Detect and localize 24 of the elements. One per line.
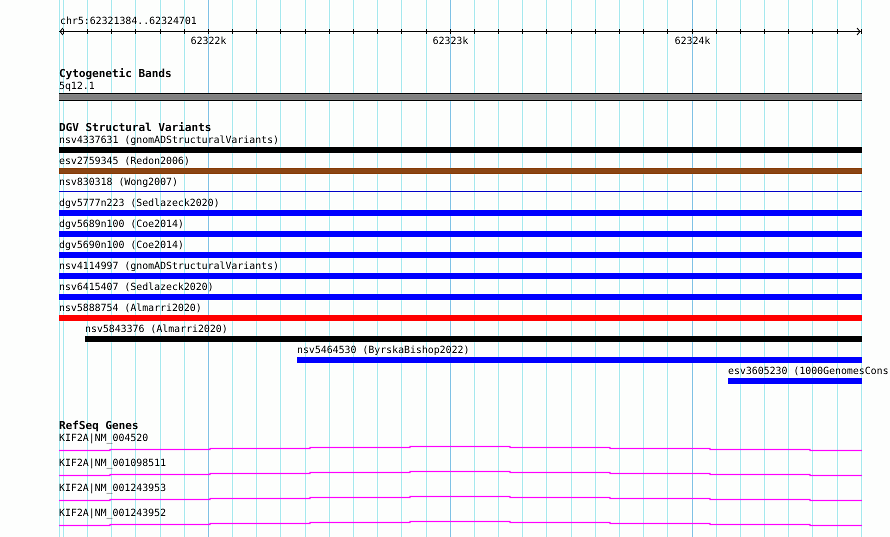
feature-label: esv2759345 (Redon2006) [59, 155, 190, 168]
feature-label: KIF2A|NM_004520 [59, 432, 148, 445]
feature-label: nsv5843376 (Almarri2020) [85, 323, 228, 336]
feature-label: esv3605230 (1000GenomesCons [728, 365, 889, 378]
feature-label: dgv5690n100 (Coe2014) [59, 239, 184, 252]
feature-label: nsv4337631 (gnomADStructuralVariants) [59, 134, 279, 147]
feature-label: KIF2A|NM_001243953 [59, 482, 166, 495]
feature-label: dgv5689n100 (Coe2014) [59, 218, 184, 231]
feature-label: nsv5464530 (ByrskaBishop2022) [297, 344, 470, 357]
feature-label: nsv830318 (Wong2007) [59, 176, 178, 189]
tick-label: 62322k [190, 36, 226, 47]
feature-label: dgv5777n223 (Sedlazeck2020) [59, 197, 220, 210]
feature-label: nsv4114997 (gnomADStructuralVariants) [59, 260, 279, 273]
feature-label: nsv5888754 (Almarri2020) [59, 302, 202, 315]
track-title: Cytogenetic Bands [59, 68, 172, 80]
location-label: chr5:62321384..62324701 [60, 16, 197, 27]
feature-label: 5q12.1 [59, 80, 95, 93]
feature-label: KIF2A|NM_001243952 [59, 507, 166, 520]
track-title: DGV Structural Variants [59, 122, 212, 134]
feature-label: KIF2A|NM_001098511 [59, 457, 166, 470]
tick-label: 62323k [432, 36, 468, 47]
feature-label: nsv6415407 (Sedlazeck2020) [59, 281, 214, 294]
tick-label: 62324k [674, 36, 710, 47]
track-title: RefSeq Genes [59, 420, 138, 432]
